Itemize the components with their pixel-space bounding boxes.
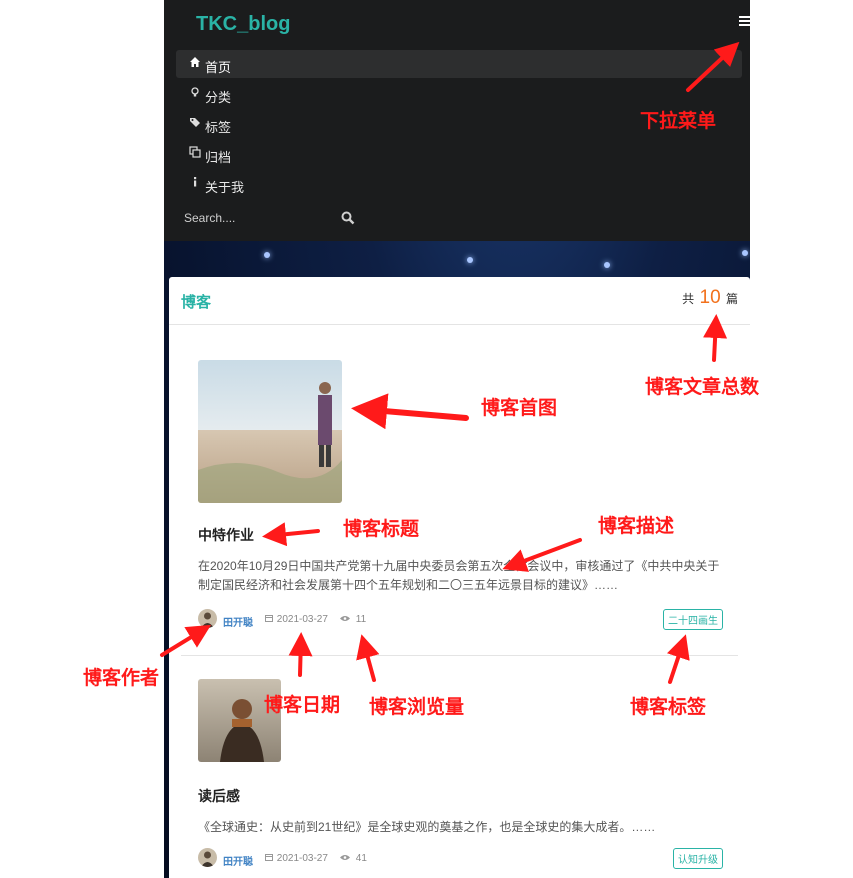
background-star — [742, 250, 748, 256]
background-star — [604, 262, 610, 268]
eye-icon — [340, 853, 353, 864]
divider — [181, 655, 738, 656]
nav-item-label: 分类 — [205, 90, 232, 105]
post-meta: 田开聪 2021-03-27 41 认知升级 — [198, 848, 723, 869]
author-name[interactable]: 田开聪 — [223, 853, 253, 868]
post-views: 11 — [340, 614, 366, 625]
annotation-views: 博客浏览量 — [369, 697, 465, 718]
post-tag[interactable]: 二十四画生 — [663, 609, 723, 630]
nav-item-about[interactable]: 关于我 — [176, 170, 742, 198]
annotation-tag: 博客标签 — [630, 697, 707, 718]
background-star — [264, 252, 270, 258]
nav-item-label: 关于我 — [205, 180, 245, 195]
calendar-icon — [265, 614, 276, 625]
post-count: 共 10 篇 — [682, 287, 738, 309]
post-date-value: 2021-03-27 — [276, 614, 328, 625]
background-star — [467, 257, 473, 263]
post-date-value: 2021-03-27 — [276, 853, 328, 864]
annotation-first-image: 博客首图 — [481, 398, 558, 419]
nav-item-label: 归档 — [205, 150, 232, 165]
blog-list-card: 博客 共 10 篇 中特作业 在2020年10月29日中国共产党第十九届中央委员… — [169, 277, 750, 878]
post-first-image[interactable] — [198, 360, 342, 503]
post-views-value: 11 — [355, 614, 367, 625]
annotation-author: 博客作者 — [83, 668, 160, 689]
annotation-dropdown: 下拉菜单 — [640, 111, 717, 132]
post-tag[interactable]: 认知升级 — [673, 848, 723, 869]
author-avatar[interactable] — [198, 848, 217, 867]
post-date: 2021-03-27 — [265, 614, 328, 625]
calendar-icon — [265, 853, 276, 864]
post-views: 41 — [340, 853, 367, 864]
post-views-value: 41 — [355, 853, 367, 864]
search-input[interactable] — [178, 207, 360, 229]
post-title[interactable]: 中特作业 — [198, 525, 254, 545]
annotation-total: 博客文章总数 — [645, 377, 760, 398]
clone-icon — [188, 146, 202, 161]
post-date: 2021-03-27 — [265, 853, 328, 864]
annotation-description: 博客描述 — [598, 516, 675, 537]
lightbulb-icon — [188, 86, 202, 101]
author-name[interactable]: 田开聪 — [223, 614, 253, 629]
eye-icon — [340, 614, 353, 625]
brand-logo[interactable]: TKC_blog — [196, 13, 290, 36]
count-number: 10 — [699, 287, 721, 308]
blog-list-title: 博客 — [181, 294, 212, 311]
hamburger-menu-icon[interactable] — [739, 16, 750, 28]
count-prefix: 共 — [682, 292, 695, 306]
nav-item-archive[interactable]: 归档 — [176, 140, 742, 168]
info-icon — [188, 176, 202, 191]
post-description: 《全球通史：从史前到21世纪》是全球史观的奠基之作，也是全球史的集大成者。…… — [198, 820, 656, 834]
tags-icon — [188, 116, 202, 131]
post-meta: 田开聪 2021-03-27 11 二十四画生 — [198, 609, 723, 630]
post-title[interactable]: 读后感 — [198, 786, 240, 806]
nav-item-label: 首页 — [205, 60, 232, 75]
annotation-title: 博客标题 — [343, 519, 420, 540]
search-icon[interactable] — [341, 211, 355, 225]
nav-item-categories[interactable]: 分类 — [176, 80, 742, 108]
nav-item-home[interactable]: 首页 — [176, 50, 742, 78]
home-icon — [188, 56, 202, 71]
count-suffix: 篇 — [725, 292, 738, 306]
annotation-date: 博客日期 — [264, 695, 341, 716]
divider — [169, 324, 750, 325]
nav-item-label: 标签 — [205, 120, 232, 135]
post-description: 在2020年10月29日中国共产党第十九届中央委员会第五次全体会议中，审核通过了… — [198, 559, 720, 592]
author-avatar[interactable] — [198, 609, 217, 628]
